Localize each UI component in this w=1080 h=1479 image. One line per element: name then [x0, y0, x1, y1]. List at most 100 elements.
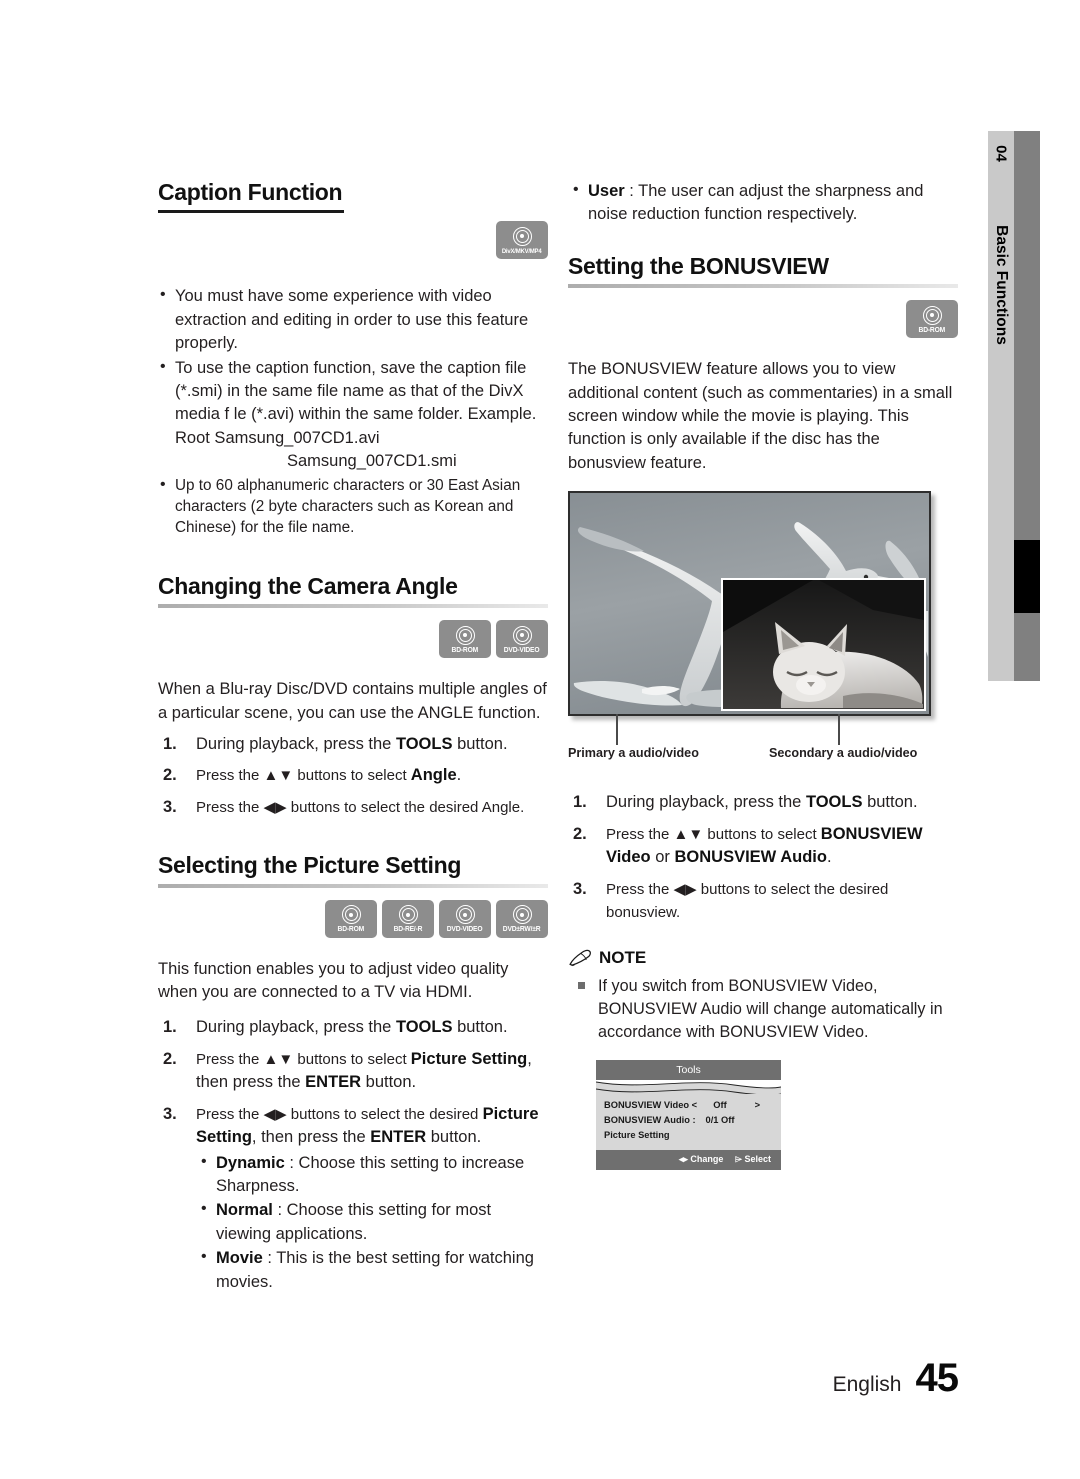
badge-label: BD-ROM [337, 926, 365, 934]
step-text: During playback, press the [606, 793, 806, 812]
osd-row-bonusview-audio[interactable]: BONUSVIEW Audio : 0/1 Off [604, 1112, 773, 1127]
cat-illustration [723, 580, 924, 710]
caption-function-bullets-2: Up to 60 alphanumeric characters or 30 E… [158, 474, 548, 539]
step-bold: TOOLS [805, 793, 863, 812]
leader-line-primary [616, 714, 618, 746]
step-text: Press the ▲▼ buttons to select [196, 767, 411, 785]
chapter-tab-dark-band [1014, 131, 1040, 681]
tools-osd-mock: Tools BONUSVIEW Video < Off > BONUSVIEW … [596, 1060, 781, 1171]
step-text: Press the ▲▼ buttons to select [606, 825, 821, 843]
step-text-post: button. [452, 1018, 508, 1037]
osd-wave-divider [596, 1080, 781, 1095]
osd-row-label: Picture Setting [604, 1129, 670, 1140]
option-name: Normal [216, 1201, 273, 1220]
footer-page-number: 45 [915, 1356, 959, 1400]
bonusview-figure: Primary a audio/video Secondary a audio/… [568, 491, 958, 791]
list-item: 1. During playback, press the TOOLS butto… [568, 791, 958, 814]
option-name: Movie [216, 1249, 263, 1268]
bonusview-badges: BD-ROM [568, 300, 958, 339]
list-item: Movie : This is the best setting for wat… [196, 1246, 548, 1294]
step-text-post: . [826, 848, 832, 867]
note-label: NOTE [599, 948, 647, 968]
step-text-post: button. [862, 793, 918, 812]
picture-setting-badges: BD-ROM BD-RE/-R DVD-VIDEO DVD±RW/±R [158, 899, 548, 938]
caption-function-title: Caption Function [158, 179, 343, 205]
list-item: 1. During playback, press the TOOLS butto… [158, 1016, 548, 1039]
chapter-label: Basic Functions [993, 225, 1010, 345]
camera-angle-title: Changing the Camera Angle [158, 572, 458, 599]
list-item: Normal : Choose this setting for most vi… [196, 1198, 548, 1246]
divx-mkv-mp4-badge: DivX/MKV/MP4 [496, 221, 548, 260]
manual-page: 04 Basic Functions Caption Function DivX… [0, 0, 1080, 1479]
list-item: User : The user can adjust the sharpness… [568, 179, 958, 227]
step-text: Press the ◀▶ buttons to select the desir… [606, 880, 889, 921]
dvd-rw-r-badge: DVD±RW/±R [496, 899, 548, 938]
option-name: User [588, 182, 625, 200]
leader-line-secondary [838, 714, 840, 746]
picture-setting-steps: 1. During playback, press the TOOLS butto… [158, 1016, 548, 1294]
step-bold-1: Picture Setting [410, 1049, 528, 1068]
step-text-post: button. [452, 735, 508, 754]
step-number: 3. [573, 879, 587, 898]
note-list: If you switch from BONUSVIEW Video, BONU… [568, 975, 958, 1044]
chapter-tab-marker [1014, 540, 1040, 613]
step-number: 1. [163, 735, 177, 754]
badge-label: BD-ROM [451, 646, 479, 654]
list-item: If you switch from BONUSVIEW Video, BONU… [568, 975, 958, 1044]
user-option-bullet: User : The user can adjust the sharpness… [568, 179, 958, 227]
step-bold: Angle [410, 766, 457, 785]
disc-icon [512, 625, 532, 645]
badge-label: BD-ROM [918, 326, 946, 334]
picture-setting-intro: This function enables you to adjust vide… [158, 959, 509, 1002]
list-item: 3. Press the ◀▶ buttons to select the des… [568, 878, 958, 925]
step-bold-2: ENTER [305, 1073, 362, 1092]
picture-setting-options: Dynamic : Choose this setting to increas… [196, 1151, 548, 1295]
step-number: 2. [163, 1049, 177, 1068]
footer-language: English [832, 1373, 902, 1396]
note-heading: NOTE [568, 948, 958, 968]
step-text: Press the ◀▶ buttons to select the desir… [196, 1105, 483, 1123]
step-number: 3. [163, 797, 177, 816]
picture-setting-title: Selecting the Picture Setting [158, 852, 462, 879]
step-text-post: . [456, 766, 462, 785]
osd-footer-select: ⌲ Select [734, 1154, 771, 1165]
disc-icon [512, 226, 532, 246]
step-text-post: button. [426, 1128, 482, 1147]
step-text: During playback, press the [196, 735, 396, 754]
camera-angle-badges: BD-ROM DVD-VIDEO [158, 620, 548, 659]
example-line-2: Samsung_007CD1.smi [287, 452, 457, 471]
step-bold: TOOLS [395, 735, 453, 754]
list-item: Dynamic : Choose this setting to increas… [196, 1151, 548, 1199]
list-item: 3. Press the ◀▶ buttons to select the des… [158, 796, 548, 819]
caption-function-bullets: You must have some experience with video… [158, 284, 548, 474]
step-bold: TOOLS [395, 1018, 453, 1037]
option-desc: : This is the best setting for watching … [216, 1249, 534, 1291]
step-text-post: button. [361, 1073, 417, 1092]
camera-angle-intro: When a Blu-ray Disc/DVD contains multipl… [158, 680, 547, 722]
list-item: To use the caption function, save the ca… [158, 356, 548, 474]
page-footer: English 45 [832, 1356, 959, 1401]
photo-caption-primary: Primary a audio/video [568, 746, 699, 761]
badge-label: DivX/MKV/MP4 [502, 247, 542, 255]
osd-body: BONUSVIEW Video < Off > BONUSVIEW Audio … [596, 1094, 781, 1151]
osd-row-picture-setting[interactable]: Picture Setting [604, 1127, 773, 1142]
pencil-icon [569, 950, 591, 967]
step-number: 3. [163, 1104, 177, 1123]
badge-label: DVD-VIDEO [504, 646, 540, 654]
photo-caption-secondary: Secondary a audio/video [769, 746, 918, 761]
disc-icon [341, 905, 361, 925]
badge-label: DVD±RW/±R [503, 926, 541, 934]
bd-rom-badge: BD-ROM [439, 620, 491, 659]
disc-icon [455, 625, 475, 645]
dvd-video-badge: DVD-VIDEO [496, 620, 548, 659]
caption-function-badges: DivX/MKV/MP4 [158, 221, 548, 260]
list-item: Up to 60 alphanumeric characters or 30 E… [158, 474, 548, 539]
osd-row-bonusview-video[interactable]: BONUSVIEW Video < Off > [604, 1097, 773, 1112]
left-column: Caption Function DivX/MKV/MP4 You must h… [158, 179, 548, 1302]
step-bold-2: ENTER [370, 1128, 427, 1147]
list-item: 2. Press the ▲▼ buttons to select BONUSVI… [568, 823, 958, 870]
bd-re-r-badge: BD-RE/-R [382, 899, 434, 938]
chevron-right-icon[interactable]: > [744, 1100, 760, 1110]
step-number: 2. [573, 824, 587, 843]
osd-footer-change: ◂▸ Change [678, 1154, 724, 1165]
